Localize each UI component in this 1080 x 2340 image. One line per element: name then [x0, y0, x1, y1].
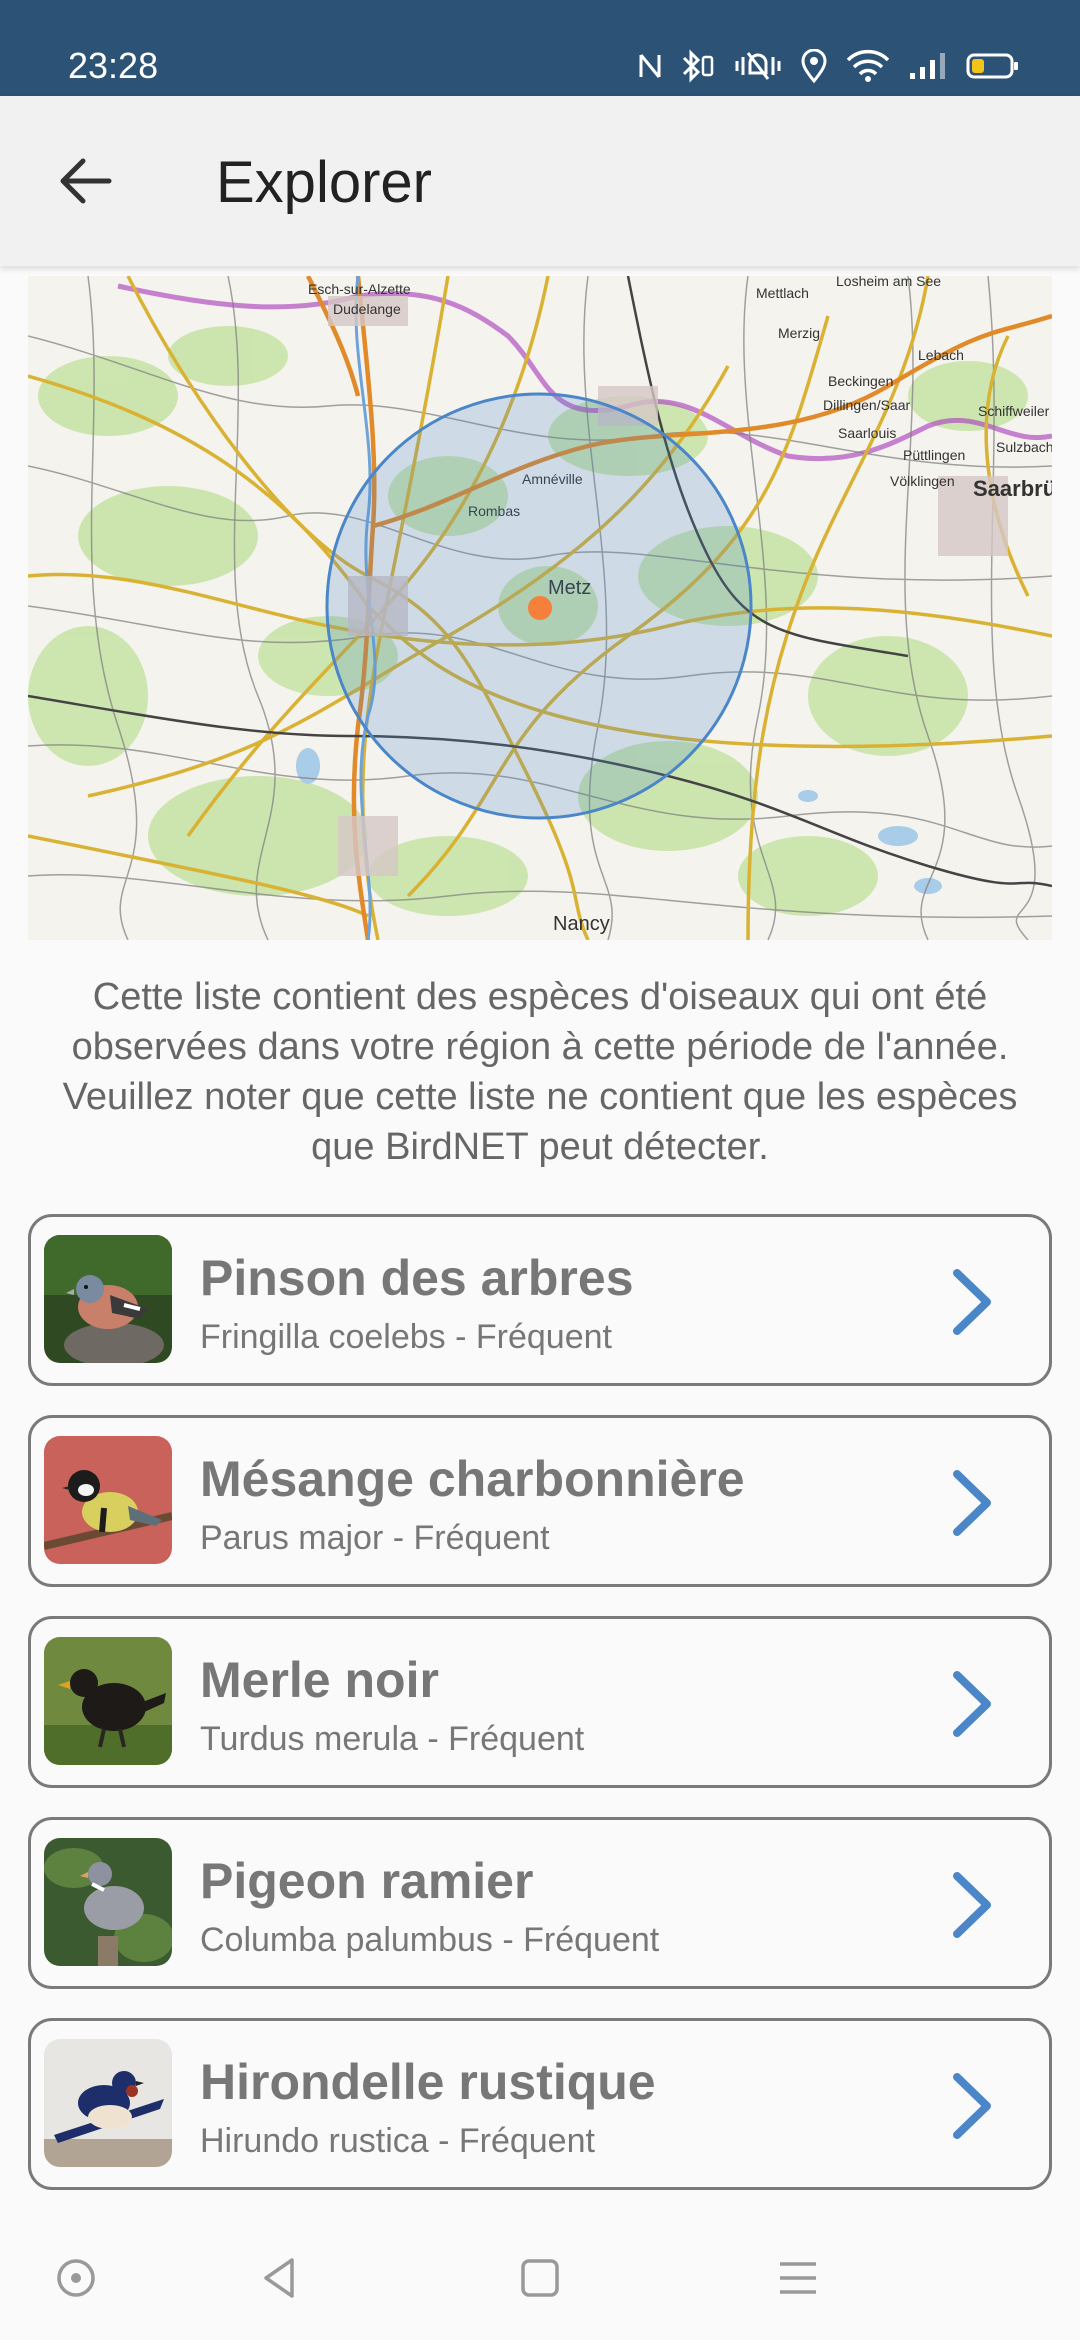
- species-scientific-name: Turdus merula - Fréquent: [200, 1720, 585, 1758]
- species-common-name: Hirondelle rustique: [200, 2054, 656, 2110]
- map-label-puttlingen: Püttlingen: [903, 447, 965, 463]
- chevron-right-icon: [953, 1872, 991, 1938]
- species-card[interactable]: Mésange charbonnière Parus major - Fréqu…: [28, 1415, 1052, 1587]
- species-card[interactable]: Pigeon ramier Columba palumbus - Fréquen…: [28, 1817, 1052, 1989]
- species-thumbnail: [44, 1436, 172, 1564]
- home-square-icon: [521, 2259, 559, 2297]
- map-label-nancy: Nancy: [553, 913, 610, 935]
- nav-back-button[interactable]: [250, 2248, 310, 2308]
- chevron-right-icon: [953, 1269, 991, 1335]
- location-icon: [800, 49, 828, 83]
- species-scientific-name: Hirundo rustica - Fréquent: [200, 2122, 595, 2160]
- species-scientific-name: Columba palumbus - Fréquent: [200, 1921, 660, 1959]
- signal-icon: [908, 51, 948, 81]
- status-time: 23:28: [68, 45, 159, 86]
- map-label-losheim: Losheim am See: [836, 276, 941, 289]
- arrow-left-icon: [60, 158, 112, 204]
- system-nav-bar: [0, 2208, 1080, 2340]
- nfc-icon: [638, 51, 662, 81]
- species-thumbnail: [44, 1235, 172, 1363]
- battery-icon: [966, 51, 1020, 81]
- nav-recents-button[interactable]: [768, 2248, 828, 2308]
- species-list: Pinson des arbres Fringilla coelebs - Fr…: [28, 1214, 1052, 2219]
- species-common-name: Pinson des arbres: [200, 1250, 634, 1306]
- map-label-schiffweiler: Schiffweiler: [978, 403, 1050, 419]
- species-scientific-name: Parus major - Fréquent: [200, 1519, 550, 1557]
- map-label-esch: Esch-sur-Alzette: [308, 281, 411, 297]
- status-bar: 23:28: [0, 0, 1080, 96]
- species-common-name: Mésange charbonnière: [200, 1451, 745, 1507]
- species-card[interactable]: Pinson des arbres Fringilla coelebs - Fr…: [28, 1214, 1052, 1386]
- location-marker: [528, 596, 552, 620]
- chevron-right-icon: [953, 1470, 991, 1536]
- species-thumbnail: [44, 1838, 172, 1966]
- species-scientific-name: Fringilla coelebs - Fréquent: [200, 1318, 612, 1356]
- map-label-lebach: Lebach: [918, 347, 964, 363]
- species-thumbnail: [44, 2039, 172, 2167]
- intro-text: Cette liste contient des espèces d'oisea…: [62, 976, 1018, 1168]
- map-label-dudelange: Dudelange: [333, 301, 401, 317]
- status-icons: [638, 44, 1020, 88]
- species-common-name: Merle noir: [200, 1652, 439, 1708]
- map-label-mettlach: Mettlach: [756, 285, 809, 301]
- map-label-sulzbach: Sulzbach: [996, 439, 1052, 455]
- map-label-saarlouis: Saarlouis: [838, 425, 896, 441]
- wifi-icon: [846, 49, 890, 83]
- bluetooth-icon: [680, 49, 716, 83]
- species-thumbnail: [44, 1637, 172, 1765]
- app-bar: Explorer: [0, 96, 1080, 266]
- map-label-saarbrucken: Saarbrüc: [973, 476, 1052, 501]
- chevron-right-icon: [953, 1671, 991, 1737]
- range-map[interactable]: Esch-sur-Alzette Dudelange Mettlach Losh…: [28, 276, 1052, 940]
- species-card[interactable]: Hirondelle rustique Hirundo rustica - Fr…: [28, 2018, 1052, 2190]
- map-label-voelklingen: Völklingen: [890, 473, 955, 489]
- chevron-right-icon: [953, 2073, 991, 2139]
- species-card[interactable]: Merle noir Turdus merula - Fréquent: [28, 1616, 1052, 1788]
- vibrate-icon: [734, 49, 782, 83]
- assistive-button[interactable]: [46, 2248, 106, 2308]
- map-label-dillingen: Dillingen/Saar: [823, 397, 910, 413]
- map-canvas: Esch-sur-Alzette Dudelange Mettlach Losh…: [28, 276, 1052, 940]
- menu-lines-icon: [780, 2262, 816, 2294]
- nav-home-button[interactable]: [510, 2248, 570, 2308]
- species-common-name: Pigeon ramier: [200, 1853, 534, 1909]
- page-title: Explorer: [216, 150, 432, 215]
- map-label-beckingen: Beckingen: [828, 373, 893, 389]
- map-label-merzig: Merzig: [778, 325, 820, 341]
- assistive-dot-icon: [57, 2259, 95, 2297]
- back-button[interactable]: [40, 136, 130, 226]
- back-triangle-icon: [264, 2258, 294, 2298]
